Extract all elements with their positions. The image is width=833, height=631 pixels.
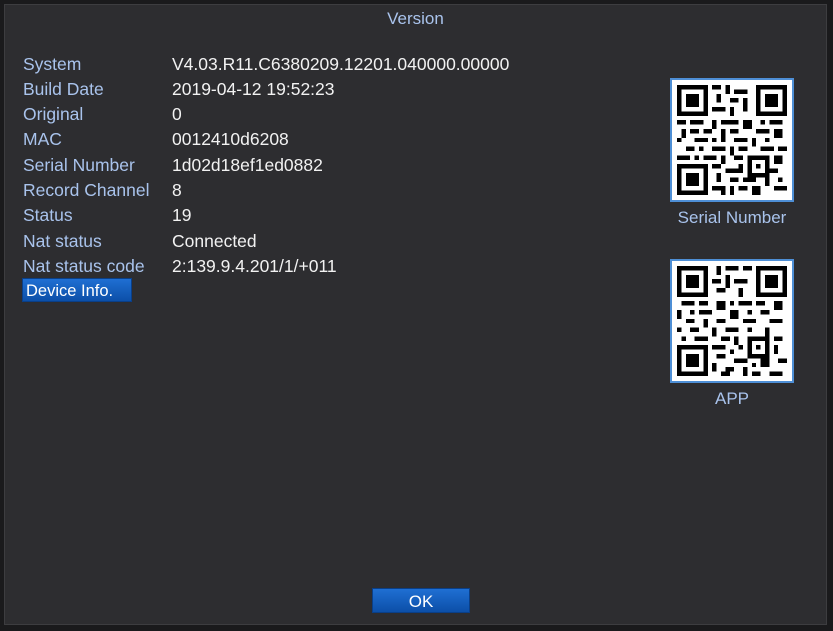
info-label: Nat status: [23, 231, 102, 251]
app-qr-code: [670, 259, 794, 383]
qr-code-icon: [677, 266, 787, 376]
info-label: Status: [23, 205, 73, 225]
info-value: 2:139.9.4.201/1/+011: [172, 256, 337, 276]
info-label: Nat status code: [23, 256, 145, 276]
info-label: Record Channel: [23, 180, 150, 200]
info-value: 2019-04-12 19:52:23: [172, 79, 335, 99]
info-label: Original: [23, 104, 84, 124]
ok-button[interactable]: OK: [372, 588, 470, 613]
serial-number-qr-code: [670, 78, 794, 202]
info-label: Build Date: [23, 79, 104, 99]
dialog-title: Version: [387, 9, 444, 28]
app-qr-caption: APP: [714, 389, 750, 408]
info-label: MAC: [23, 129, 62, 149]
info-value: 19: [172, 205, 192, 225]
info-label: Serial Number: [23, 155, 135, 175]
info-label: System: [23, 54, 82, 74]
info-value: 0012410d6208: [172, 129, 289, 149]
info-value: 0: [172, 104, 182, 124]
qr-code-icon: [677, 85, 787, 195]
device-info-button[interactable]: Device Info.: [22, 278, 132, 302]
info-value: 1d02d18ef1ed0882: [172, 155, 323, 175]
info-value: Connected: [172, 231, 257, 251]
info-value: V4.03.R11.C6380209.12201.040000.00000: [172, 54, 510, 74]
info-value: 8: [172, 180, 182, 200]
version-dialog: Version System V4.03.R11.C6380209.12201.…: [4, 4, 827, 625]
serial-number-qr-caption: Serial Number: [677, 208, 787, 227]
